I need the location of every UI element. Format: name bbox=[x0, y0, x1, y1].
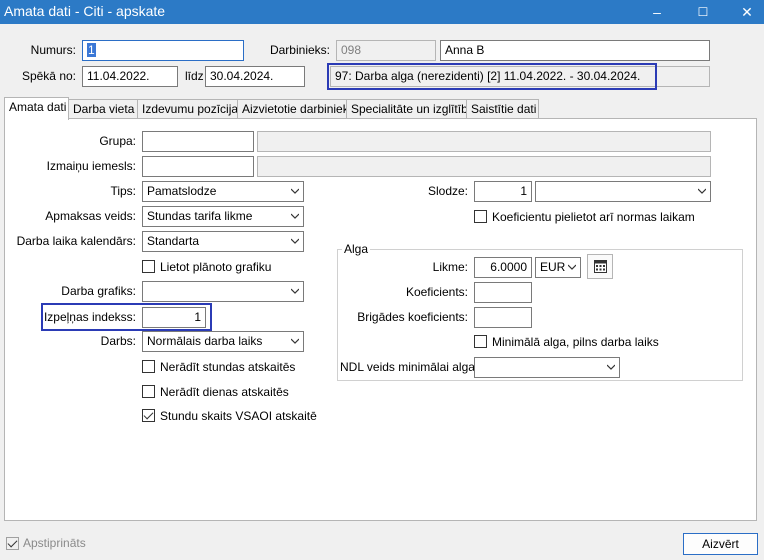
darbs-select[interactable]: Normālais darba laiks bbox=[142, 331, 304, 352]
speka-no-label: Spēkā no: bbox=[21, 69, 76, 83]
numurs-label: Numurs: bbox=[30, 43, 76, 57]
tips-label: Tips: bbox=[110, 184, 136, 198]
stundu-vsaoi-label: Stundu skaits VSAOI atskaitē bbox=[160, 409, 317, 423]
izmainu-input[interactable] bbox=[142, 156, 254, 177]
calendar-icon bbox=[594, 260, 607, 273]
apmaksas-label: Apmaksas veids: bbox=[45, 209, 136, 223]
kalendars-label: Darba laika kalendārs: bbox=[16, 234, 136, 248]
alga-group-title: Alga bbox=[342, 239, 371, 259]
apmaksas-select[interactable]: Stundas tarifa likme bbox=[142, 206, 304, 227]
tab-specialitate[interactable]: Specialitāte un izglītība bbox=[346, 99, 474, 119]
apstiprinats-label: Apstiprināts bbox=[23, 536, 86, 550]
kalendars-select[interactable]: Standarta bbox=[142, 231, 304, 252]
tab-izdevumu-pozicijas[interactable]: Izdevumu pozīcijas bbox=[137, 99, 244, 119]
maximize-button[interactable]: ☐ bbox=[680, 0, 726, 24]
chevron-down-icon bbox=[291, 288, 299, 294]
chevron-down-icon bbox=[291, 188, 299, 194]
apstiprinats-checkbox bbox=[6, 537, 19, 550]
darbinieks-code-field: 098 bbox=[336, 40, 436, 61]
izpelnas-highlight bbox=[41, 303, 212, 331]
brigades-label: Brigādes koeficients: bbox=[357, 310, 468, 324]
kalendars-value: Standarta bbox=[147, 234, 200, 248]
chevron-down-icon bbox=[698, 188, 706, 194]
aizvert-button[interactable]: Aizvērt bbox=[683, 533, 758, 555]
apmaksas-value: Stundas tarifa likme bbox=[147, 209, 253, 223]
stundu-vsaoi-checkbox[interactable] bbox=[142, 409, 155, 422]
lietot-grafiku-checkbox[interactable] bbox=[142, 260, 155, 273]
minimala-checkbox[interactable] bbox=[474, 335, 487, 348]
slodze-unit-select[interactable] bbox=[535, 181, 711, 202]
nerad-dienas-checkbox[interactable] bbox=[142, 385, 155, 398]
tips-value: Pamatslodze bbox=[147, 184, 217, 198]
chevron-down-icon bbox=[291, 238, 299, 244]
window-title: Amata dati - Citi - apskate bbox=[4, 3, 166, 19]
grupa-input[interactable] bbox=[142, 131, 254, 152]
tab-amata-dati[interactable]: Amata dati bbox=[4, 97, 69, 120]
lietot-grafiku-label: Lietot plānoto grafiku bbox=[160, 260, 272, 274]
ndl-label: NDL veids minimālai algai: bbox=[340, 360, 481, 374]
speka-no-input[interactable]: 11.04.2022. bbox=[82, 66, 178, 87]
koef-normas-label: Koeficientu pielietot arī normas laikam bbox=[492, 210, 695, 224]
chevron-down-icon bbox=[291, 213, 299, 219]
slodze-label: Slodze: bbox=[427, 184, 468, 198]
likme-input[interactable]: 6.0000 bbox=[474, 257, 532, 278]
darbinieks-label: Darbinieks: bbox=[269, 43, 330, 57]
izmainu-label: Izmaiņu iemesls: bbox=[46, 159, 136, 173]
tab-darba-vieta[interactable]: Darba vieta bbox=[68, 99, 138, 119]
nerad-stundas-label: Nerādīt stundas atskaitēs bbox=[160, 360, 296, 374]
tips-select[interactable]: Pamatslodze bbox=[142, 181, 304, 202]
likme-label: Likme: bbox=[432, 260, 468, 274]
izmainu-description bbox=[257, 156, 711, 177]
darbinieks-name-field[interactable]: Anna B bbox=[440, 40, 710, 61]
title-bar: Amata dati - Citi - apskate – ☐ ✕ bbox=[0, 0, 764, 24]
chevron-down-icon bbox=[568, 264, 576, 270]
koeficients-label: Koeficients: bbox=[405, 285, 468, 299]
slodze-input[interactable]: 1 bbox=[474, 181, 532, 202]
ndl-select[interactable] bbox=[474, 357, 620, 378]
tab-aizvietotie-darbinieki[interactable]: Aizvietotie darbinieki bbox=[237, 99, 351, 119]
nerad-stundas-checkbox[interactable] bbox=[142, 360, 155, 373]
nerad-dienas-label: Nerādīt dienas atskaitēs bbox=[160, 385, 289, 399]
calendar-button[interactable] bbox=[587, 254, 613, 279]
darbs-label: Darbs: bbox=[100, 334, 136, 348]
close-button[interactable]: ✕ bbox=[724, 0, 764, 24]
darba-grafiks-label: Darba grafiks: bbox=[61, 284, 136, 298]
koeficients-input[interactable] bbox=[474, 282, 532, 303]
summary-highlight bbox=[327, 63, 657, 90]
brigades-input[interactable] bbox=[474, 307, 532, 328]
grupa-label: Grupa: bbox=[99, 134, 136, 148]
currency-select[interactable]: EUR bbox=[535, 257, 581, 278]
numurs-value: 1 bbox=[87, 43, 96, 57]
footer-bar bbox=[0, 527, 764, 560]
chevron-down-icon bbox=[291, 338, 299, 344]
lidz-label: līdz bbox=[185, 69, 204, 83]
lidz-input[interactable]: 30.04.2024. bbox=[205, 66, 305, 87]
darba-grafiks-select[interactable] bbox=[142, 281, 304, 302]
grupa-description bbox=[257, 131, 711, 152]
chevron-down-icon bbox=[607, 364, 615, 370]
minimize-button[interactable]: – bbox=[634, 0, 680, 24]
minimala-label: Minimālā alga, pilns darba laiks bbox=[492, 335, 659, 349]
darbs-value: Normālais darba laiks bbox=[147, 334, 263, 348]
koef-normas-checkbox[interactable] bbox=[474, 210, 487, 223]
currency-value: EUR bbox=[540, 260, 566, 274]
numurs-input[interactable]: 1 bbox=[82, 40, 244, 61]
tab-saistitie-dati[interactable]: Saistītie dati bbox=[466, 99, 539, 119]
